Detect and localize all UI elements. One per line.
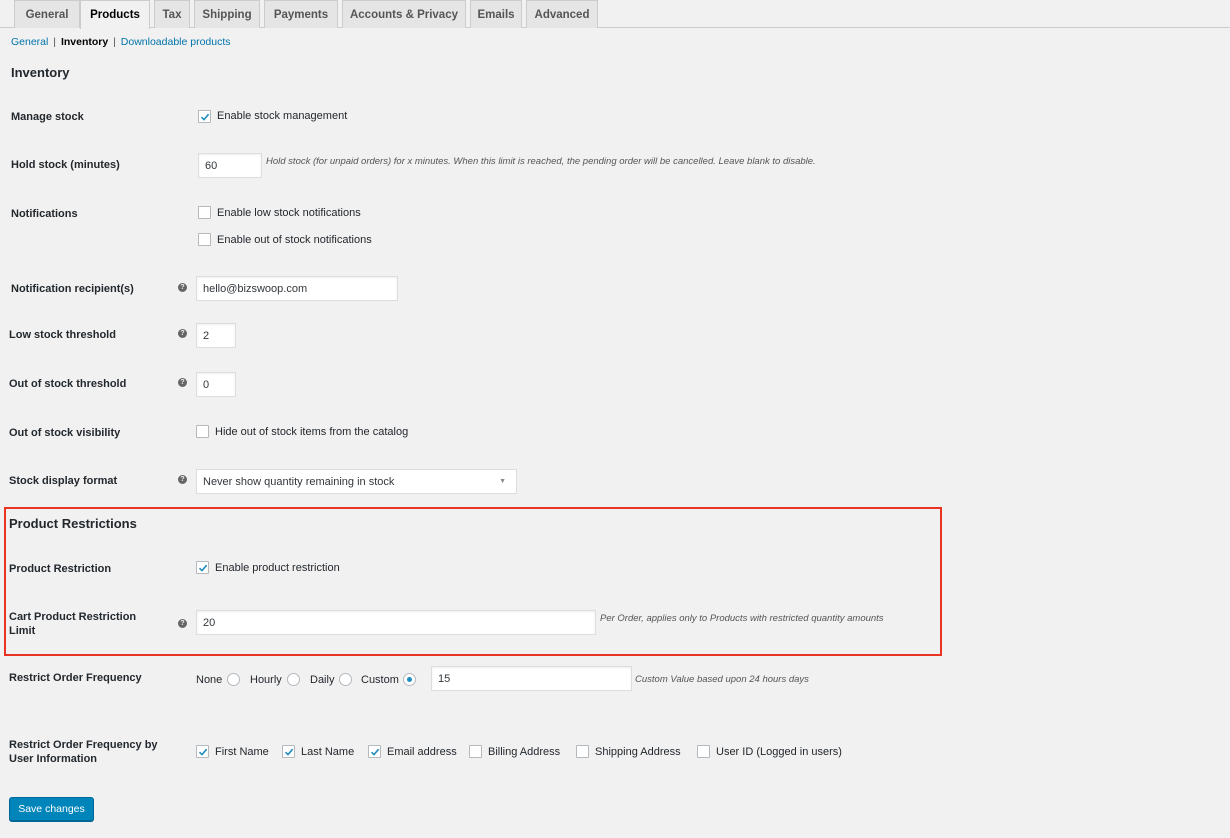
out-of-stock-notification-label: Enable out of stock notifications [217,234,372,246]
radio-selected-dot [407,677,412,682]
save-changes-button[interactable]: Save changes [9,797,94,821]
cart-restriction-limit-label-line1: Cart Product Restriction [9,611,137,623]
out-of-stock-notification-checkbox[interactable] [198,233,211,246]
shipping-address-checkbox[interactable] [576,745,589,758]
question-mark-icon[interactable]: ? [178,283,187,292]
hide-out-of-stock-checkbox[interactable] [196,425,209,438]
email-address-label: Email address [387,746,457,758]
settings-tabs: General Products Tax Shipping Payments A… [0,0,1230,29]
out-of-stock-threshold-label: Out of stock threshold [9,378,127,390]
hold-stock-description: Hold stock (for unpaid orders) for x min… [266,156,816,167]
manage-stock-checkbox[interactable] [198,110,211,123]
user-id-label: User ID (Logged in users) [716,746,842,758]
frequency-option-daily-label: Daily [310,674,335,686]
restrict-frequency-user-label-line1: Restrict Order Frequency by [9,739,158,751]
low-stock-threshold-input[interactable]: 2 [196,323,236,348]
frequency-radio-daily[interactable] [339,673,352,686]
tab-payments[interactable]: Payments [264,0,338,28]
frequency-option-hourly-label: Hourly [250,674,282,686]
tab-accounts-privacy[interactable]: Accounts & Privacy [342,0,466,28]
hold-stock-label: Hold stock (minutes) [11,159,120,171]
cart-restriction-limit-input[interactable]: 20 [196,610,596,635]
checkmark-icon [284,748,293,756]
low-stock-notification-label: Enable low stock notifications [217,207,361,219]
billing-address-label: Billing Address [488,746,561,758]
email-address-checkbox[interactable] [368,745,381,758]
subnav-separator: | [53,36,57,48]
subnav-separator: | [113,36,116,48]
manage-stock-checkbox-label: Enable stock management [217,110,348,122]
frequency-custom-description: Custom Value based upon 24 hours days [635,674,809,685]
tab-products[interactable]: Products [80,0,150,29]
cart-restriction-limit-label: Cart Product Restriction Limit [9,610,136,638]
question-mark-icon[interactable]: ? [178,378,187,387]
first-name-label: First Name [215,746,269,758]
checkmark-icon [198,748,207,756]
product-restriction-checkbox[interactable] [196,561,209,574]
notification-recipient-input[interactable]: hello@bizswoop.com [196,276,398,301]
cart-restriction-limit-label-line2: Limit [9,625,36,637]
manage-stock-label: Manage stock [11,111,84,123]
tab-emails[interactable]: Emails [470,0,522,28]
last-name-label: Last Name [301,746,355,758]
billing-address-checkbox[interactable] [469,745,482,758]
stock-display-format-select[interactable]: Never show quantity remaining in stock ▼ [196,469,517,494]
low-stock-threshold-label: Low stock threshold [9,329,116,341]
frequency-custom-value-input[interactable]: 15 [431,666,632,691]
checkmark-icon [370,748,379,756]
checkmark-icon [200,113,209,121]
subnav-downloadable-link[interactable]: Downloadable products [121,36,231,48]
subnav-inventory-current: Inventory [60,36,109,48]
frequency-radio-hourly[interactable] [287,673,300,686]
notifications-label: Notifications [11,208,78,220]
tab-general[interactable]: General [14,0,80,28]
stock-display-format-value: Never show quantity remaining in stock [203,475,395,488]
tab-advanced[interactable]: Advanced [526,0,598,28]
user-id-checkbox[interactable] [697,745,710,758]
question-mark-icon[interactable]: ? [178,619,187,628]
restrict-frequency-user-label-line2: User Information [9,753,98,765]
out-of-stock-threshold-input[interactable]: 0 [196,372,236,397]
question-mark-icon[interactable]: ? [178,329,187,338]
cart-restriction-limit-description: Per Order, applies only to Products with… [600,613,884,624]
notification-recipient-label: Notification recipient(s) [11,283,134,295]
first-name-checkbox[interactable] [196,745,209,758]
product-restrictions-heading: Product Restrictions [9,516,137,531]
tab-shipping[interactable]: Shipping [194,0,260,28]
frequency-option-custom-label: Custom [361,674,399,686]
product-restriction-label: Product Restriction [9,563,112,575]
section-subnav: General | Inventory | Downloadable produ… [11,36,231,48]
restrict-order-frequency-label: Restrict Order Frequency [9,672,142,684]
checkmark-icon [198,564,207,572]
product-restriction-checkbox-label: Enable product restriction [215,562,340,574]
last-name-checkbox[interactable] [282,745,295,758]
subnav-general-link[interactable]: General [11,36,48,48]
inventory-heading: Inventory [11,65,70,80]
tab-tax[interactable]: Tax [154,0,190,28]
question-mark-icon[interactable]: ? [178,475,187,484]
chevron-down-icon: ▼ [499,478,506,485]
frequency-option-none-label: None [196,674,223,686]
out-of-stock-visibility-label: Out of stock visibility [9,427,121,439]
hold-stock-input[interactable]: 60 [198,153,262,178]
frequency-radio-none[interactable] [227,673,240,686]
restrict-frequency-user-label: Restrict Order Frequency by User Informa… [9,738,158,766]
stock-display-format-label: Stock display format [9,475,118,487]
low-stock-notification-checkbox[interactable] [198,206,211,219]
frequency-radio-custom[interactable] [403,673,416,686]
hide-out-of-stock-label: Hide out of stock items from the catalog [215,426,409,438]
shipping-address-label: Shipping Address [595,746,681,758]
